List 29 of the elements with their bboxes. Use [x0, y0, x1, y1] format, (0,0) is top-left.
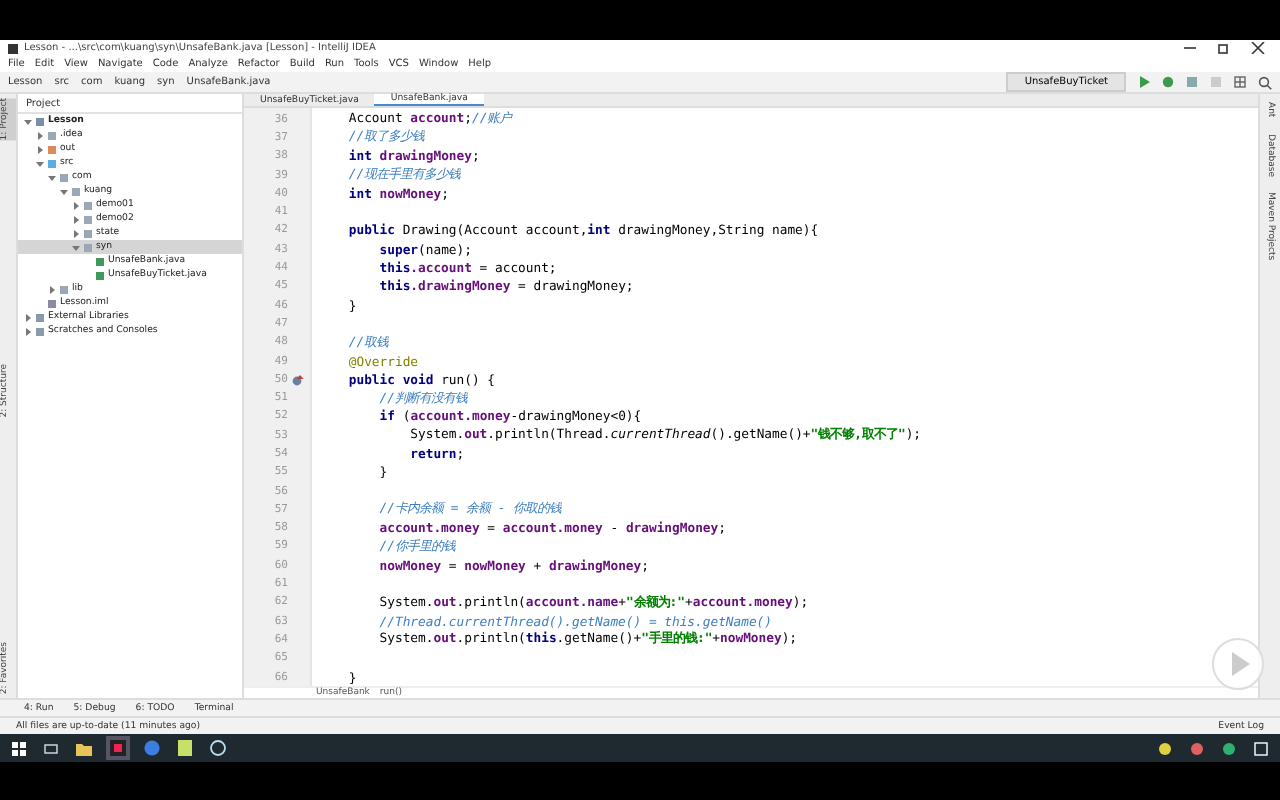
expand-arrow-icon[interactable] — [48, 285, 56, 293]
folder-icon[interactable] — [76, 741, 92, 755]
tray-icon[interactable] — [1190, 741, 1204, 755]
debug-icon[interactable] — [1162, 76, 1174, 88]
override-marker-icon[interactable] — [292, 373, 304, 386]
app-logo-icon — [8, 43, 18, 53]
globe-icon[interactable] — [210, 740, 226, 756]
expand-arrow-icon[interactable] — [72, 201, 80, 209]
expand-arrow-icon[interactable] — [24, 117, 32, 125]
expand-arrow-icon[interactable] — [24, 313, 32, 321]
notification-icon[interactable] — [1254, 741, 1268, 755]
expand-arrow-icon[interactable] — [60, 187, 68, 195]
tray-icon[interactable] — [1222, 741, 1236, 755]
windows-start-icon[interactable] — [12, 741, 26, 755]
expand-arrow-icon[interactable] — [36, 131, 44, 139]
expand-arrow-icon[interactable] — [72, 215, 80, 223]
run-icon[interactable] — [1138, 76, 1150, 88]
expand-arrow-icon[interactable] — [72, 243, 80, 251]
expand-arrow-icon[interactable] — [24, 327, 32, 335]
search-icon[interactable] — [1258, 75, 1272, 89]
browser-icon[interactable] — [144, 740, 160, 756]
task-view-icon[interactable] — [44, 741, 58, 755]
structure-icon[interactable] — [1234, 76, 1246, 88]
expand-arrow-icon[interactable] — [36, 145, 44, 153]
tray-icon[interactable] — [1158, 741, 1172, 755]
expand-arrow-icon[interactable] — [48, 173, 56, 181]
expand-arrow-icon[interactable] — [36, 159, 44, 167]
expand-arrow-icon[interactable] — [72, 229, 80, 237]
app-window-icon[interactable] — [110, 740, 126, 756]
